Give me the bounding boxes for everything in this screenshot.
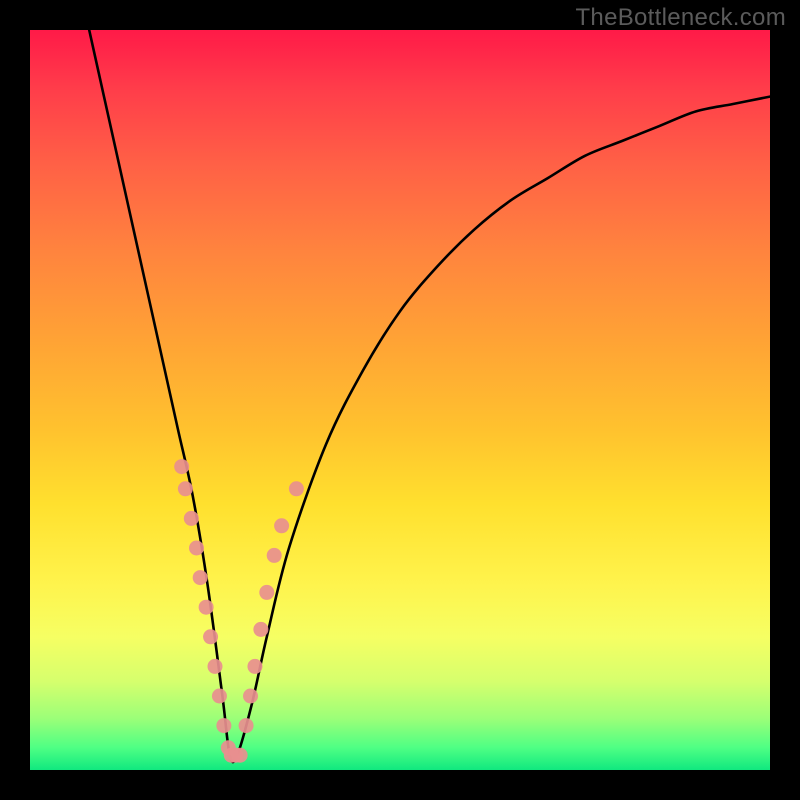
marker-dot [239, 718, 254, 733]
marker-dot [208, 659, 223, 674]
marker-dot [247, 659, 262, 674]
marker-dot [243, 689, 258, 704]
marker-dot [193, 570, 208, 585]
marker-dot [233, 748, 248, 763]
marker-dot [184, 511, 199, 526]
chart-frame: TheBottleneck.com [0, 0, 800, 800]
marker-dot [289, 481, 304, 496]
plot-area [30, 30, 770, 770]
marker-dot [253, 622, 268, 637]
marker-dot [216, 718, 231, 733]
curve-group [89, 30, 770, 762]
marker-dot [174, 459, 189, 474]
marker-dot [274, 518, 289, 533]
marker-dot [178, 481, 193, 496]
marker-dot [199, 600, 214, 615]
marker-dot [189, 541, 204, 556]
bottleneck-curve-svg [30, 30, 770, 770]
marker-dot [212, 689, 227, 704]
bottleneck-curve-path [89, 30, 770, 762]
marker-dot [267, 548, 282, 563]
marker-dot [259, 585, 274, 600]
watermark-text: TheBottleneck.com [575, 4, 786, 32]
marker-dot [203, 629, 218, 644]
